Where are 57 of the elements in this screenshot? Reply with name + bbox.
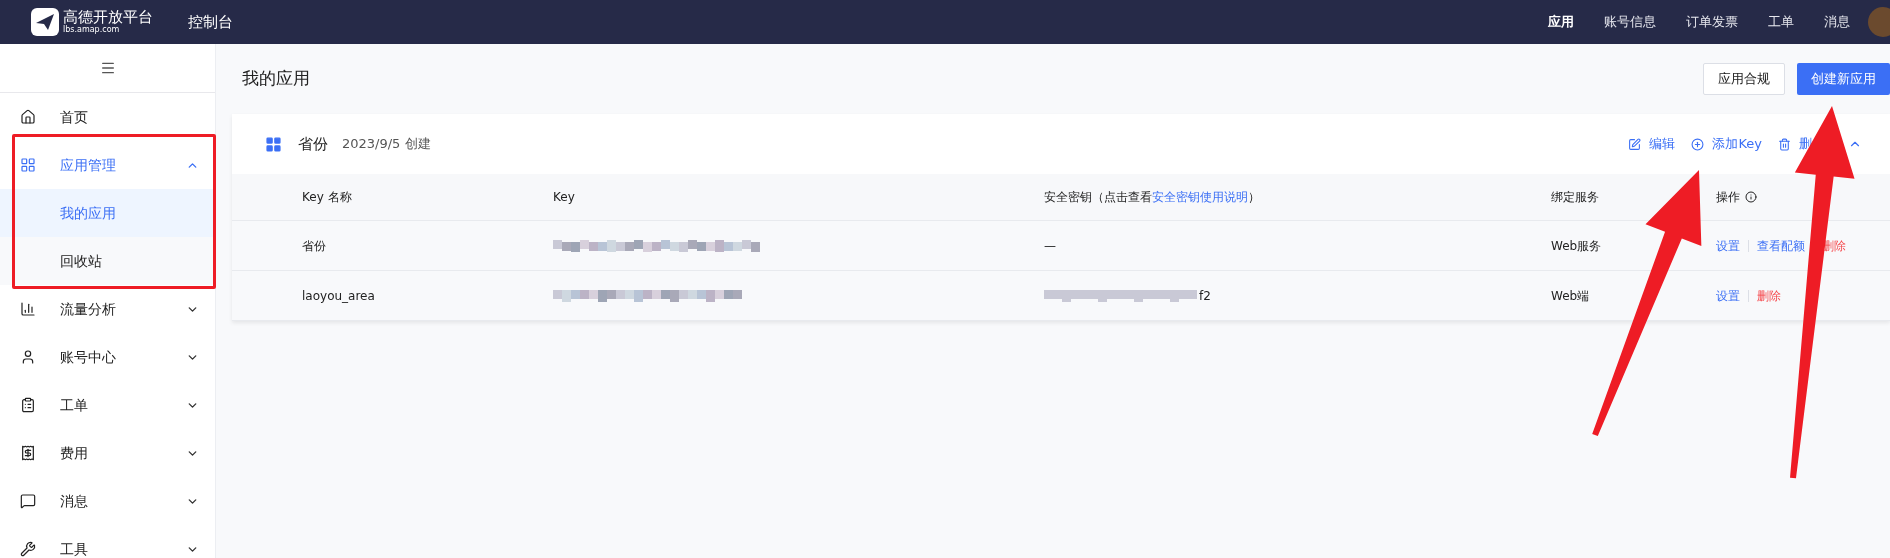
column-header: Key 名称 (302, 189, 352, 206)
chart-icon (20, 301, 36, 317)
menu-icon[interactable] (99, 60, 116, 76)
grid-icon (20, 157, 36, 173)
table-cell-text: f2 (1199, 287, 1211, 305)
column-header: 操作 (1716, 189, 1740, 206)
help-link[interactable]: 安全密钥使用说明 (1152, 190, 1248, 204)
receipt-icon (20, 445, 36, 461)
table-cell: laoyou_area (302, 288, 375, 303)
row-action-link[interactable]: 设置 (1716, 236, 1740, 255)
edit-icon (1628, 137, 1642, 151)
sidebar-item[interactable]: 首页 (0, 93, 215, 141)
table-cell-text: — (1044, 237, 1056, 255)
app-name: 省份 (298, 133, 328, 155)
column-header: Key (553, 189, 575, 206)
apps-icon (265, 135, 282, 153)
compliance-button[interactable]: 应用合规 (1703, 63, 1785, 95)
sidebar-item[interactable]: 工单 (0, 381, 215, 429)
row-action-link[interactable]: 设置 (1716, 286, 1740, 305)
logo-subtitle: lbs.amap.com (63, 26, 121, 34)
sidebar-item[interactable]: 应用管理 (0, 141, 215, 189)
plus-circle-icon (1691, 137, 1705, 151)
card-action-link[interactable]: 删 (1778, 134, 1812, 154)
page-title: 我的应用 (242, 67, 310, 91)
column-header: 安全密钥（点击查看安全密钥使用说明） (1044, 190, 1260, 204)
user-icon (20, 349, 36, 365)
info-icon[interactable] (1745, 191, 1757, 203)
logo-icon (31, 8, 59, 36)
nav-link[interactable]: 应用 (1548, 12, 1574, 32)
nav-link[interactable]: 工单 (1768, 12, 1794, 32)
sidebar-item[interactable]: 账号中心 (0, 333, 215, 381)
table-cell: Web服务 (1551, 238, 1602, 253)
logo-title: 高德开放平台 (63, 10, 153, 25)
nav-link[interactable]: 消息 (1824, 12, 1850, 32)
create-button[interactable]: 创建新应用 (1797, 63, 1890, 95)
column-header: 绑定服务 (1551, 189, 1599, 206)
created-date: 2023/9/5 创建 (342, 135, 431, 154)
chat-icon (20, 493, 36, 509)
nav-link[interactable]: 账号信息 (1604, 12, 1656, 32)
sidebar-item[interactable]: 消息 (0, 477, 215, 525)
wrench-icon (20, 541, 36, 557)
home-icon (20, 109, 36, 125)
table-cell: 省份 (302, 238, 326, 253)
table-cell: Web端 (1551, 288, 1590, 303)
card-action-link[interactable]: 添加Key (1691, 134, 1762, 154)
console-title: 控制台 (188, 11, 233, 33)
card-action-link[interactable]: 编辑 (1628, 134, 1676, 154)
sidebar-subitem[interactable]: 回收站 (0, 237, 215, 285)
nav-link[interactable]: 订单发票 (1686, 12, 1738, 32)
trash-icon (1778, 137, 1791, 151)
clipboard-icon (20, 397, 36, 413)
sidebar-subitem[interactable]: 我的应用 (0, 189, 215, 237)
row-action-link[interactable]: 删除 (1757, 286, 1781, 305)
sidebar-item[interactable]: 流量分析 (0, 285, 215, 333)
row-action-link[interactable]: 查看配额 (1757, 236, 1805, 255)
sidebar-item[interactable]: 费用 (0, 429, 215, 477)
sidebar-item[interactable]: 工具 (0, 525, 215, 558)
